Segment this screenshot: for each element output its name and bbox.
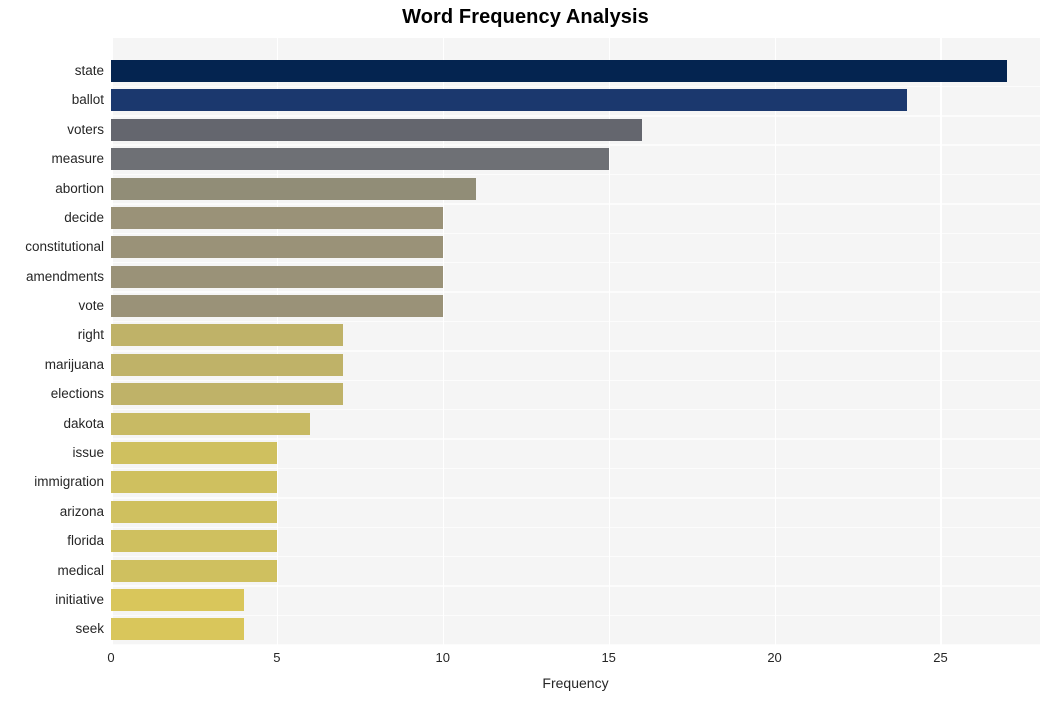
bar-florida <box>111 530 277 553</box>
bar-right <box>111 324 344 347</box>
bar-decide <box>111 206 443 229</box>
x-axis-tick-5: 5 <box>273 650 281 665</box>
plot-area <box>111 38 1040 645</box>
y-axis-label-decide: decide <box>64 209 104 225</box>
bar-voters <box>111 118 642 141</box>
bar-immigration <box>111 471 277 494</box>
bar-amendments <box>111 265 443 288</box>
word-frequency-chart: Word Frequency Analysis state ballot voter… <box>0 0 1051 701</box>
x-axis-tick-10: 10 <box>435 650 451 665</box>
bar-arizona <box>111 500 277 523</box>
bar-seek <box>111 618 244 641</box>
y-axis-label-arizona: arizona <box>59 503 104 519</box>
y-axis-label-medical: medical <box>57 562 104 578</box>
y-axis-label-voters: voters <box>67 121 104 137</box>
y-axis-label-florida: florida <box>67 533 104 549</box>
bar-issue <box>111 442 277 465</box>
x-axis-title: Frequency <box>542 675 609 691</box>
bar-dakota <box>111 412 311 435</box>
y-axis-label-abortion: abortion <box>55 180 104 196</box>
y-axis-label-state: state <box>74 62 104 78</box>
bar-abortion <box>111 177 476 200</box>
bar-measure <box>111 148 609 171</box>
y-axis-labels: state ballot voters measure abortion decide co… <box>0 38 104 645</box>
y-axis-label-amendments: amendments <box>25 268 104 284</box>
x-axis-tick-20: 20 <box>767 650 782 665</box>
y-axis-label-measure: measure <box>51 151 104 167</box>
bar-marijuana <box>111 353 344 376</box>
y-axis-label-vote: vote <box>78 298 104 314</box>
y-axis-label-dakota: dakota <box>63 415 104 431</box>
bar-ballot <box>111 89 908 112</box>
bar-constitutional <box>111 236 443 259</box>
bar-elections <box>111 383 344 406</box>
y-axis-label-constitutional: constitutional <box>25 239 104 255</box>
y-axis-label-right: right <box>77 327 104 343</box>
x-axis-tick-25: 25 <box>933 650 948 665</box>
bar-state <box>111 59 1007 82</box>
y-axis-label-issue: issue <box>72 445 104 461</box>
x-axis-tick-0: 0 <box>107 650 115 665</box>
bar-vote <box>111 295 443 318</box>
y-axis-label-seek: seek <box>75 621 104 637</box>
x-axis-tick-15: 15 <box>601 650 616 665</box>
y-axis-label-initiative: initiative <box>55 592 104 608</box>
chart-title: Word Frequency Analysis <box>402 6 649 28</box>
y-axis-label-ballot: ballot <box>71 92 104 108</box>
y-axis-label-immigration: immigration <box>34 474 104 490</box>
bar-initiative <box>111 589 244 612</box>
x-axis-tick-labels: 0 5 10 15 20 25 <box>0 650 1051 670</box>
y-axis-label-elections: elections <box>50 386 104 402</box>
bars-layer <box>111 38 1040 645</box>
y-axis-label-marijuana: marijuana <box>44 356 104 372</box>
bar-medical <box>111 559 277 582</box>
